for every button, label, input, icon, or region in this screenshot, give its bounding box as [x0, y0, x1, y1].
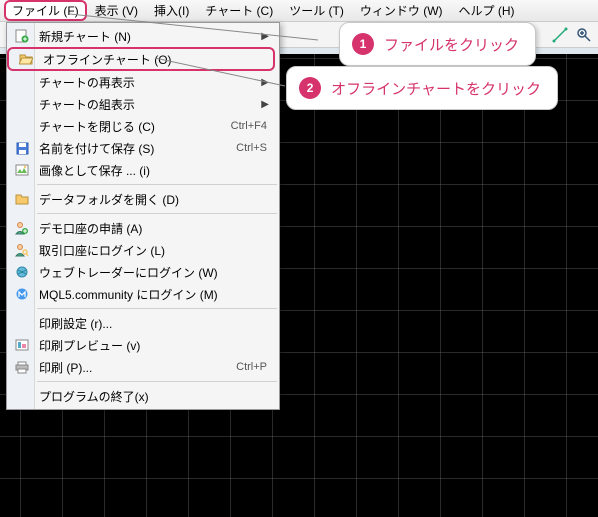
user-add-icon	[11, 220, 33, 236]
image-icon	[11, 162, 33, 178]
callout-2-text: オフラインチャートをクリック	[331, 78, 541, 99]
file-menu: 新規チャート (N) ▶ オフラインチャート (O) チャートの再表示 ▶ チャ…	[6, 22, 280, 410]
menu-item-shortcut: Ctrl+P	[236, 361, 269, 373]
save-icon	[11, 140, 33, 156]
menu-separator	[37, 381, 277, 382]
menu-item-print-setup[interactable]: 印刷設定 (r)...	[7, 312, 279, 334]
menu-item-chart-redisplay[interactable]: チャートの再表示 ▶	[7, 71, 279, 93]
menu-separator	[37, 213, 277, 214]
callout-1-number: 1	[352, 33, 374, 55]
callout-2: 2 オフラインチャートをクリック	[286, 66, 558, 110]
menu-tools-label: ツール (T)	[289, 4, 344, 18]
callout-2-number: 2	[299, 77, 321, 99]
menu-item-print-preview[interactable]: 印刷プレビュー (v)	[7, 334, 279, 356]
folder-open-icon	[15, 51, 37, 67]
submenu-arrow-icon: ▶	[259, 77, 269, 88]
callout-1-text: ファイルをクリック	[384, 34, 519, 55]
menu-item-demo-account[interactable]: デモ口座の申請 (A)	[7, 217, 279, 239]
menu-file[interactable]: ファイル (F)	[4, 0, 87, 21]
menu-view-label: 表示 (V)	[95, 4, 138, 18]
menu-tools[interactable]: ツール (T)	[281, 0, 352, 21]
menu-help[interactable]: ヘルプ (H)	[451, 0, 523, 21]
menu-item-label: 印刷設定 (r)...	[39, 315, 112, 332]
callout-1: 1 ファイルをクリック	[339, 22, 536, 66]
menu-separator	[37, 184, 277, 185]
menu-help-label: ヘルプ (H)	[459, 4, 515, 18]
menubar: ファイル (F) 表示 (V) 挿入(I) チャート (C) ツール (T) ウ…	[0, 0, 598, 22]
toolbar-zoom-icon[interactable]	[574, 25, 594, 45]
menu-item-label: デモ口座の申請 (A)	[39, 220, 142, 237]
menu-item-login-web[interactable]: ウェブトレーダーにログイン (W)	[7, 261, 279, 283]
menu-item-label: 印刷 (P)...	[39, 359, 92, 376]
menu-insert-label: 挿入(I)	[154, 4, 189, 18]
menu-item-label: 名前を付けて保存 (S)	[39, 140, 154, 157]
toolbar-line-icon[interactable]	[550, 25, 570, 45]
blank-icon	[11, 74, 33, 90]
menu-item-save-as[interactable]: 名前を付けて保存 (S) Ctrl+S	[7, 137, 279, 159]
submenu-arrow-icon: ▶	[259, 99, 269, 110]
menu-insert[interactable]: 挿入(I)	[146, 0, 197, 21]
menu-item-shortcut: Ctrl+F4	[231, 120, 269, 132]
menu-item-print[interactable]: 印刷 (P)... Ctrl+P	[7, 356, 279, 378]
blank-icon	[11, 315, 33, 331]
menu-view[interactable]: 表示 (V)	[87, 0, 146, 21]
printer-icon	[11, 359, 33, 375]
menu-item-label: ウェブトレーダーにログイン (W)	[39, 264, 218, 281]
preview-icon	[11, 337, 33, 353]
new-chart-icon	[11, 28, 33, 44]
menu-item-label: 画像として保存 ... (i)	[39, 162, 150, 179]
menu-item-save-image[interactable]: 画像として保存 ... (i)	[7, 159, 279, 181]
menu-item-login-trade[interactable]: 取引口座にログイン (L)	[7, 239, 279, 261]
menu-item-open-data-folder[interactable]: データフォルダを開く (D)	[7, 188, 279, 210]
menu-item-label: 印刷プレビュー (v)	[39, 337, 140, 354]
menu-item-label: オフラインチャート (O)	[43, 51, 172, 68]
blank-icon	[11, 118, 33, 134]
menu-window-label: ウィンドウ (W)	[360, 4, 443, 18]
menu-item-login-mql5[interactable]: MQL5.community にログイン (M)	[7, 283, 279, 305]
menu-item-label: プログラムの終了(x)	[39, 388, 149, 405]
mql5-icon	[11, 286, 33, 302]
menu-item-exit[interactable]: プログラムの終了(x)	[7, 385, 279, 407]
blank-icon	[11, 388, 33, 404]
menu-item-label: 取引口座にログイン (L)	[39, 242, 165, 259]
key-icon	[11, 242, 33, 258]
folder-icon	[11, 191, 33, 207]
menu-window[interactable]: ウィンドウ (W)	[352, 0, 451, 21]
menu-file-label: ファイル (F)	[12, 4, 79, 18]
menu-item-label: MQL5.community にログイン (M)	[39, 286, 218, 303]
menu-item-shortcut: Ctrl+S	[236, 142, 269, 154]
menu-item-chart-combine[interactable]: チャートの組表示 ▶	[7, 93, 279, 115]
menu-chart-label: チャート (C)	[205, 4, 273, 18]
menu-item-new-chart[interactable]: 新規チャート (N) ▶	[7, 25, 279, 47]
blank-icon	[11, 96, 33, 112]
menu-item-label: 新規チャート (N)	[39, 28, 131, 45]
menu-item-label: チャートを閉じる (C)	[39, 118, 155, 135]
menu-item-label: データフォルダを開く (D)	[39, 191, 179, 208]
globe-icon	[11, 264, 33, 280]
submenu-arrow-icon: ▶	[259, 31, 269, 42]
menu-chart[interactable]: チャート (C)	[197, 0, 281, 21]
menu-item-label: チャートの再表示	[39, 74, 135, 91]
menu-item-offline-chart[interactable]: オフラインチャート (O)	[11, 48, 275, 70]
menu-item-close-chart[interactable]: チャートを閉じる (C) Ctrl+F4	[7, 115, 279, 137]
menu-item-label: チャートの組表示	[39, 96, 135, 113]
menu-separator	[37, 308, 277, 309]
